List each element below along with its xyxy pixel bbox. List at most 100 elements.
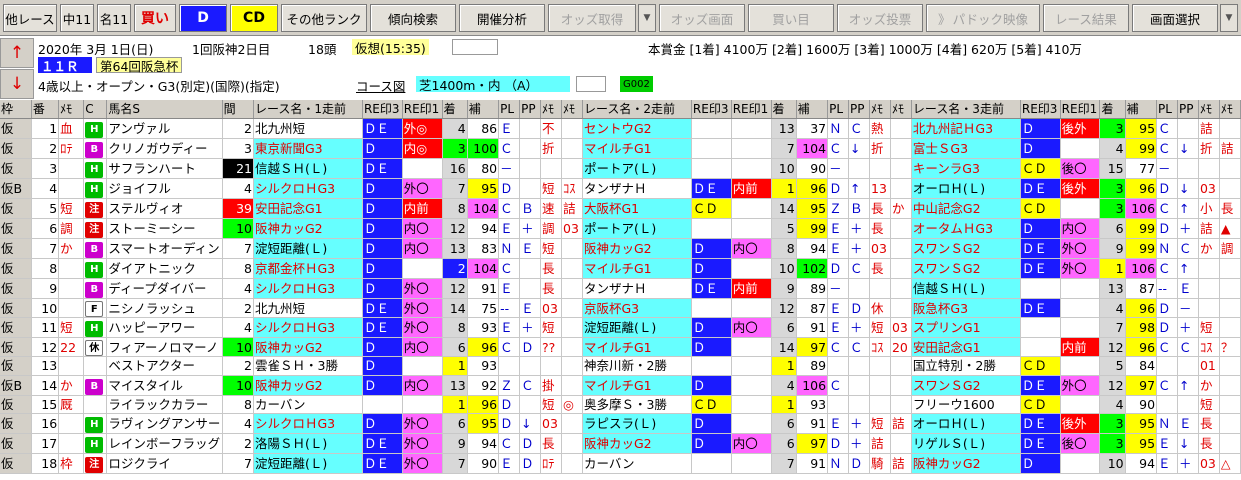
cell-race3-rating[interactable]: 96 [1125, 298, 1158, 319]
cell-race2-pl[interactable]: Ｅ [827, 298, 850, 319]
cell-waku[interactable]: 仮 [0, 138, 32, 160]
cell-race2-memo2[interactable]: 詰 [890, 413, 912, 435]
cell-race3-name[interactable]: スワンＳG2 [911, 375, 1021, 396]
cell-race1-re1[interactable]: 外〇 [402, 413, 443, 435]
odds-screen-button[interactable]: オッズ画面 [659, 4, 745, 32]
cell-waku[interactable]: 仮 [0, 433, 32, 455]
cell-race1-pp[interactable]: Ｄ [519, 433, 542, 455]
cell-interval[interactable]: 39 [222, 198, 255, 220]
cell-race1-pl[interactable]: -- [498, 298, 521, 319]
cell-race1-finish[interactable]: 13 [442, 375, 468, 396]
cell-horse-name[interactable]: アンヴァル [106, 118, 223, 140]
cell-race2-re3[interactable]: Ｄ [691, 258, 732, 280]
cell-race2-memo1[interactable]: 騎 [869, 453, 891, 475]
cell-memo[interactable]: か [58, 375, 85, 396]
table-row[interactable]: 仮 17 H レインボーフラッグ 2 洛陽ＳＨ(Ｌ) ＤＥ 外〇 9 94 Ｃ Ｄ 長阪神カッG2 Ｄ 内〇… [0, 433, 1241, 455]
table-row[interactable]: 仮 18 枠注ロジクライ 7 淀短距離(Ｌ) ＤＥ 外〇 7 90 Ｅ Ｄ ﾛﾃ カーバン 7 91 Ｎ Ｄ 騎詰… [0, 453, 1241, 475]
cell-race1-pl[interactable]: Ｄ [498, 395, 521, 415]
cell-memo[interactable] [58, 158, 85, 180]
cell-race1-name[interactable]: 阪神カッG2 [253, 337, 363, 358]
cell-race1-re3[interactable]: ＤＥ [362, 433, 403, 455]
other-rank-button[interactable]: その他ランク [281, 4, 367, 32]
cell-race1-finish[interactable]: 9 [442, 433, 468, 455]
cell-horse-name[interactable]: フィアーノロマーノ [106, 337, 223, 358]
cell-race1-memo2[interactable]: 03 [561, 218, 583, 240]
cell-horse-name[interactable]: ジョイフル [106, 178, 223, 200]
cell-race1-pp[interactable] [519, 178, 542, 200]
cell-race1-memo2[interactable] [561, 118, 583, 140]
cell-race2-rating[interactable]: 91 [796, 413, 829, 435]
cell-race2-memo2[interactable] [890, 433, 912, 455]
cell-race3-re3[interactable]: ＤＥ [1020, 413, 1061, 435]
cell-race3-name[interactable]: スワンＳG2 [911, 238, 1021, 260]
cell-race1-rating[interactable]: 86 [467, 118, 500, 140]
cell-race2-pl[interactable]: Ｃ [827, 375, 850, 396]
cell-race1-pl[interactable]: Ｅ [498, 118, 521, 140]
cell-race2-pp[interactable]: ↓ [848, 138, 870, 160]
cell-race3-memo2[interactable]: ？ [1219, 337, 1241, 358]
cell-umaban[interactable]: 6 [31, 218, 60, 240]
cell-umaban[interactable]: 9 [31, 278, 60, 300]
header-race3-pp[interactable]: PP [1177, 100, 1199, 120]
cell-race1-re3[interactable]: ＤＥ [362, 118, 403, 140]
header-race3-name[interactable]: レース名・3走前 [911, 100, 1021, 120]
header-race2-finish[interactable]: 着 [771, 100, 797, 120]
cell-umaban[interactable]: 1 [31, 118, 60, 140]
cell-race1-re3[interactable]: Ｄ [362, 218, 403, 240]
cell-waku[interactable]: 仮 [0, 356, 32, 376]
cell-race1-pl[interactable]: Ｄ [498, 178, 521, 200]
cell-race2-finish[interactable]: 6 [771, 317, 797, 339]
cell-umaban[interactable]: 12 [31, 337, 60, 358]
cell-race2-rating[interactable]: 94 [796, 238, 829, 260]
cell-race3-finish[interactable]: 7 [1099, 317, 1126, 339]
cell-race3-name[interactable]: 中山記念G2 [911, 198, 1021, 220]
bets-button[interactable]: 買い目 [748, 4, 834, 32]
other-race-button[interactable]: 他レース [3, 4, 57, 32]
cell-umaban[interactable]: 8 [31, 258, 60, 280]
cell-race2-pp[interactable]: ＋ [848, 433, 870, 455]
buy-button[interactable]: 買い [134, 4, 176, 32]
cell-race1-rating[interactable]: 80 [467, 158, 500, 180]
header-race1-re1[interactable]: RE印1 [402, 100, 443, 120]
cell-race1-rating[interactable]: 94 [467, 433, 500, 455]
cell-race1-memo2[interactable] [561, 138, 583, 160]
note-field[interactable] [452, 39, 498, 55]
cell-race3-name[interactable]: スプリンG1 [911, 317, 1021, 339]
cell-race3-pl[interactable] [1156, 395, 1178, 415]
cell-class[interactable]: 休 [83, 337, 108, 358]
cell-race3-memo2[interactable] [1219, 413, 1241, 435]
cell-race2-name[interactable]: マイルチG1 [582, 337, 692, 358]
cell-race1-finish[interactable]: 12 [442, 278, 468, 300]
cell-waku[interactable]: 仮 [0, 258, 32, 280]
cell-class[interactable] [83, 395, 108, 415]
header-race1-memo2[interactable]: ﾒﾓ [561, 100, 583, 120]
cell-race2-pp[interactable]: Ｄ [848, 298, 870, 319]
cell-race1-pp[interactable] [519, 138, 542, 160]
cell-race1-name[interactable]: 信越ＳＨ(Ｌ) [253, 158, 363, 180]
table-row[interactable]: 仮 11 短 H ハッピーアワー 4 シルクロＨG3 ＤＥ 外〇 8 93 Ｅ ＋短淀短距離(Ｌ) Ｄ 内〇… [0, 317, 1241, 339]
cell-horse-name[interactable]: ダイアトニック [106, 258, 223, 280]
cell-race2-rating[interactable]: 37 [796, 118, 829, 140]
course-map-link[interactable]: コース図 [356, 76, 405, 95]
header-race3-memo2[interactable]: ﾒﾓ [1219, 100, 1241, 120]
cell-race2-re3[interactable] [691, 453, 732, 475]
cell-race2-pp[interactable] [848, 356, 870, 376]
cell-race3-pl[interactable]: Ｃ [1156, 337, 1178, 358]
cell-race3-pp[interactable] [1177, 356, 1199, 376]
cell-race3-pp[interactable]: Ｃ [1177, 238, 1199, 260]
cell-race1-pp[interactable]: Ｃ [519, 375, 542, 396]
cell-race2-pp[interactable]: ＋ [848, 238, 870, 260]
cell-race1-memo1[interactable]: 短 [540, 238, 562, 260]
cell-race1-memo1[interactable]: 短 [540, 317, 562, 339]
cell-race2-re3[interactable]: Ｄ [691, 413, 732, 435]
next-race-button[interactable]: ↓ [0, 69, 34, 99]
cell-race2-finish[interactable]: 14 [771, 337, 797, 358]
cell-race1-memo1[interactable]: 長 [540, 278, 562, 300]
cell-race3-memo2[interactable] [1219, 375, 1241, 396]
cell-race3-rating[interactable]: 98 [1125, 317, 1158, 339]
cell-race1-finish[interactable]: 7 [442, 178, 468, 200]
header-race1-finish[interactable]: 着 [442, 100, 468, 120]
cell-race3-pp[interactable] [1177, 118, 1199, 140]
cell-race2-finish[interactable]: 8 [771, 238, 797, 260]
cell-race3-name[interactable]: フリーウ1600 [911, 395, 1021, 415]
